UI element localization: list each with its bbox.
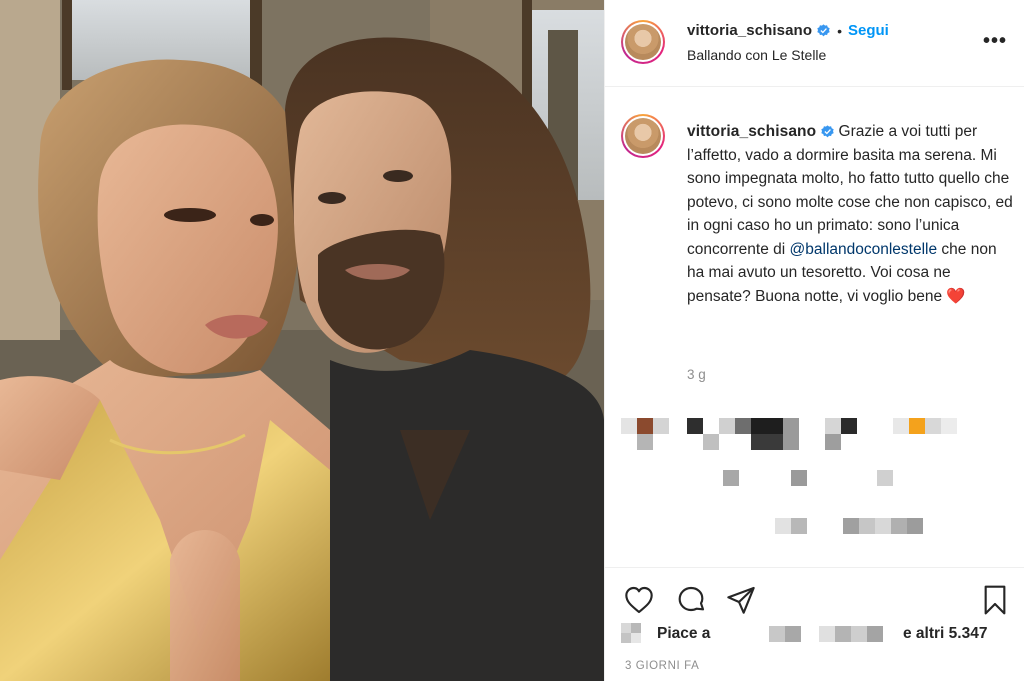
post-photo[interactable] (0, 0, 604, 681)
caption-text: vittoria_schisano Grazie a voi tutti per… (687, 120, 1015, 308)
likes-summary: Piace a e altri 5.347 (621, 623, 1021, 645)
likes-prefix: Piace a (657, 625, 711, 642)
post-actions: Piace a e altri 5.347 3 GIORNI FA (605, 567, 1024, 681)
heart-emoji: ❤️ (946, 287, 966, 305)
verified-badge-icon (821, 125, 834, 138)
verified-badge-icon (817, 24, 830, 37)
comment-icon[interactable] (675, 584, 707, 616)
post-date: 3 GIORNI FA (625, 660, 700, 672)
mention-link[interactable]: @ballandoconlestelle (790, 241, 938, 258)
caption-timestamp: 3 g (687, 367, 706, 382)
follow-button[interactable]: Segui (848, 22, 889, 39)
post-side-panel: vittoria_schisano • Segui Ballando con L… (604, 0, 1024, 681)
caption-username[interactable]: vittoria_schisano (687, 123, 816, 140)
share-icon[interactable] (725, 584, 757, 616)
more-options-icon[interactable]: ••• (983, 30, 1007, 53)
caption-body-part1: Grazie a voi tutti per l’affetto, vado a… (687, 123, 1013, 258)
caption-avatar[interactable] (621, 114, 665, 158)
author-avatar[interactable] (621, 20, 665, 64)
header-user-row: vittoria_schisano • Segui (687, 22, 889, 39)
post-photo-illustration (0, 0, 604, 681)
like-heart-icon[interactable] (623, 584, 655, 616)
separator-dot: • (837, 22, 842, 39)
post-header: vittoria_schisano • Segui Ballando con L… (605, 0, 1024, 87)
post-location[interactable]: Ballando con Le Stelle (687, 47, 826, 63)
save-bookmark-icon[interactable] (979, 584, 1011, 616)
likes-count[interactable]: e altri 5.347 (903, 625, 987, 643)
author-username[interactable]: vittoria_schisano (687, 22, 812, 39)
